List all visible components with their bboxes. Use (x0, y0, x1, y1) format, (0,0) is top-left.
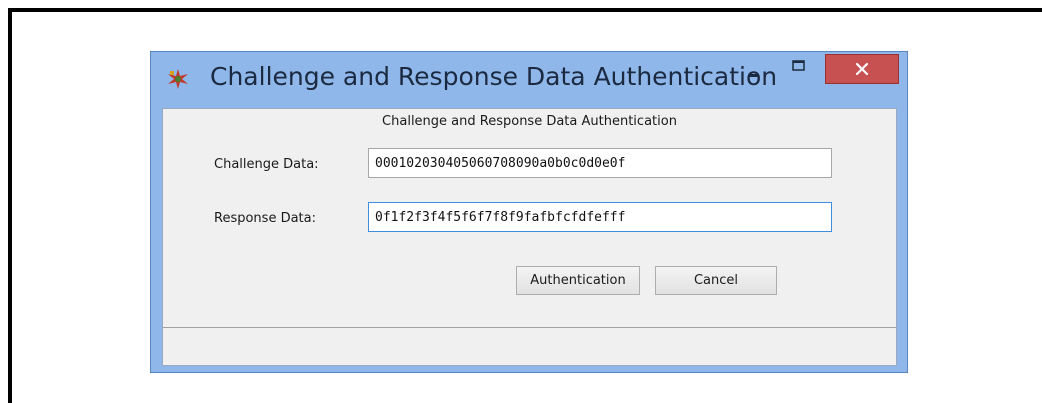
maximize-icon (792, 60, 805, 71)
puzzle-star-icon (168, 69, 188, 89)
dialog-content: Challenge and Response Data Authenticati… (162, 108, 897, 366)
minimize-button[interactable] (735, 54, 775, 84)
minimize-icon (749, 74, 759, 77)
response-data-input[interactable] (368, 202, 832, 232)
close-icon (855, 62, 869, 76)
maximize-button[interactable] (779, 54, 819, 84)
cancel-button[interactable]: Cancel (655, 266, 777, 295)
challenge-data-label: Challenge Data: (214, 157, 319, 172)
challenge-data-input[interactable] (368, 148, 832, 178)
response-data-label: Response Data: (214, 211, 316, 226)
status-bar (163, 328, 896, 365)
window-title: Challenge and Response Data Authenticati… (210, 62, 778, 91)
dialog-window: Challenge and Response Data Authenticati… (150, 51, 908, 373)
title-bar[interactable]: Challenge and Response Data Authenticati… (151, 52, 907, 108)
authentication-button[interactable]: Authentication (516, 266, 640, 295)
form-header: Challenge and Response Data Authenticati… (382, 114, 677, 129)
close-button[interactable] (825, 54, 899, 84)
